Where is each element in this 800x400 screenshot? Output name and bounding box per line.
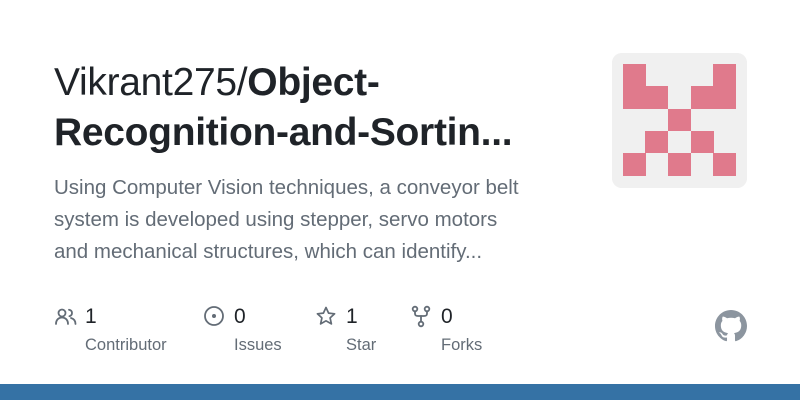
contributors-label: Contributor (85, 336, 167, 354)
repo-social-card: Vikrant275/Object- Recognition-and-Sorti… (0, 0, 800, 400)
stars-count: 1 (346, 305, 358, 328)
stat-issues[interactable]: 0 Issues (203, 300, 313, 360)
forks-label: Forks (441, 336, 483, 354)
people-icon (55, 308, 77, 325)
repo-owner[interactable]: Vikrant275/ (54, 61, 248, 104)
issue-circle-icon (204, 306, 224, 326)
stat-stars[interactable]: 1 Star (315, 300, 405, 360)
github-mark-icon[interactable] (715, 310, 747, 342)
stars-label: Star (346, 336, 377, 354)
issues-label: Issues (234, 336, 282, 354)
description-line: system is developed using stepper, servo… (54, 208, 498, 231)
contributors-count: 1 (85, 305, 97, 328)
repo-title[interactable]: Vikrant275/Object- (54, 58, 594, 108)
stat-forks[interactable]: 0 Forks (410, 300, 510, 360)
identicon-icon (612, 53, 747, 188)
fork-icon (411, 305, 431, 328)
description-line: Using Computer Vision techniques, a conv… (54, 176, 519, 199)
language-bar (0, 384, 800, 400)
star-icon (316, 306, 336, 325)
repo-name-part1[interactable]: Object- (247, 61, 380, 104)
owner-avatar[interactable] (612, 53, 747, 188)
repo-stats: 1 Contributor 0 Issues 1 Star 0 Forks (0, 300, 800, 370)
description-line: and mechanical structures, which can ide… (54, 240, 483, 263)
repo-name-part2[interactable]: Recognition-and-Sortin... (54, 108, 594, 158)
repo-description: Using Computer Vision techniques, a conv… (54, 172, 574, 268)
stat-contributors[interactable]: 1 Contributor (54, 300, 194, 360)
forks-count: 0 (441, 305, 453, 328)
issues-count: 0 (234, 305, 246, 328)
